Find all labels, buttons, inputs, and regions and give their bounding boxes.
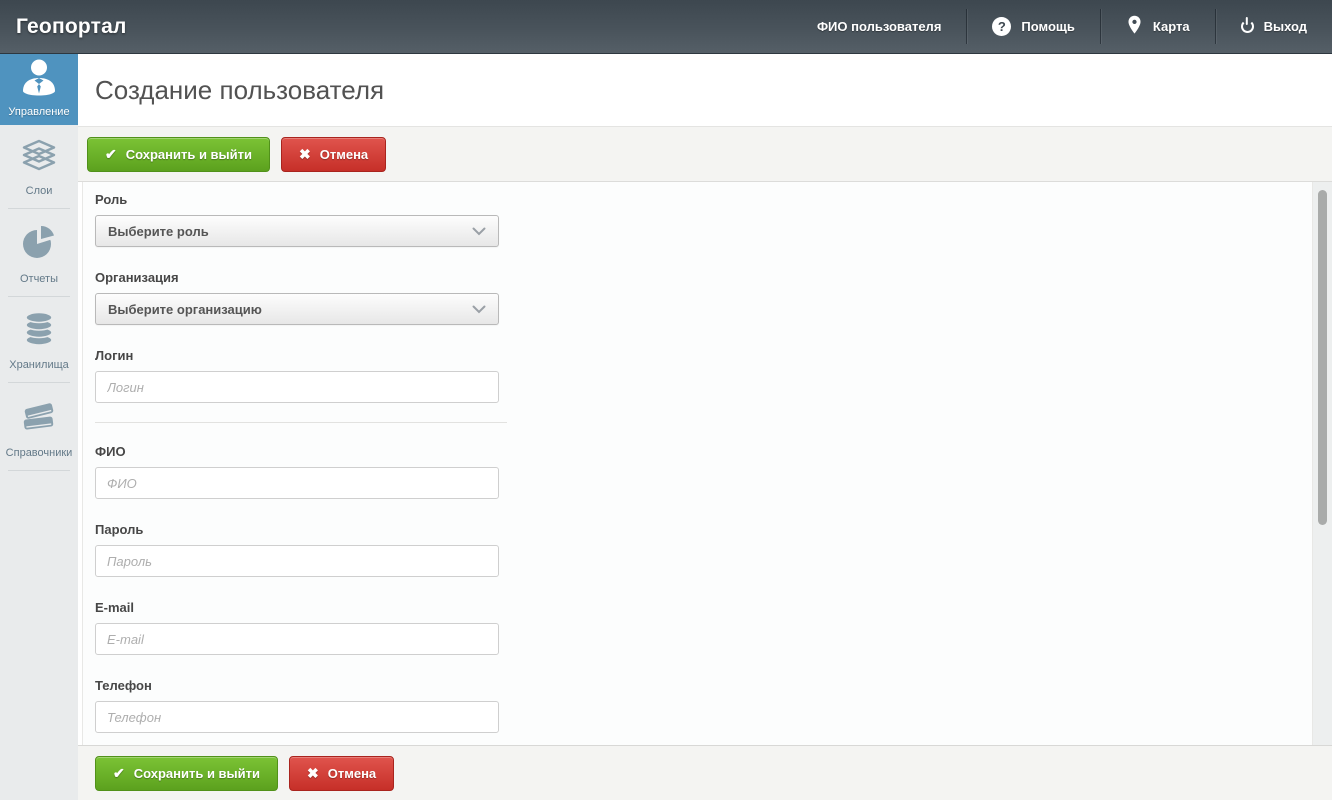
user-icon	[17, 55, 61, 102]
top-toolbar: ✔ Сохранить и выйти ✖ Отмена	[78, 127, 1332, 182]
cancel-button-label: Отмена	[320, 147, 368, 162]
organization-label: Организация	[95, 270, 499, 285]
sidebar-item-storage[interactable]: Хранилища	[0, 297, 78, 383]
login-label: Логин	[95, 348, 499, 363]
check-icon: ✔	[113, 766, 125, 780]
phone-input[interactable]	[95, 701, 499, 733]
save-and-exit-button-bottom[interactable]: ✔ Сохранить и выйти	[95, 756, 278, 791]
page-title: Создание пользователя	[95, 75, 384, 106]
bottom-toolbar: ✔ Сохранить и выйти ✖ Отмена	[78, 745, 1332, 800]
sidebar-item-layers[interactable]: Слои	[0, 125, 78, 209]
save-and-exit-button[interactable]: ✔ Сохранить и выйти	[87, 137, 270, 172]
field-login: Логин	[95, 348, 499, 403]
role-select[interactable]: Выберите роль	[95, 215, 499, 247]
sidebar-item-label: Управление	[8, 106, 69, 118]
check-icon: ✔	[105, 147, 117, 161]
fullname-input[interactable]	[95, 467, 499, 499]
sidebar-item-label: Справочники	[6, 447, 73, 459]
layers-icon	[20, 139, 58, 178]
field-password: Пароль	[95, 522, 499, 577]
password-label: Пароль	[95, 522, 499, 537]
header-help-button[interactable]: ? Помощь	[967, 0, 1099, 53]
organization-select-value: Выберите организацию	[108, 302, 262, 317]
header-help-label: Помощь	[1021, 19, 1074, 34]
email-field[interactable]	[95, 623, 499, 655]
map-pin-icon	[1126, 15, 1143, 38]
field-email: E-mail	[95, 600, 499, 655]
help-icon: ?	[992, 17, 1011, 36]
chevron-down-icon	[472, 224, 486, 239]
x-icon: ✖	[307, 766, 319, 780]
chevron-down-icon	[472, 302, 486, 317]
form-content: Роль Выберите роль Организация Выберите …	[78, 182, 1332, 745]
books-icon	[19, 397, 59, 440]
scrollbar-track[interactable]	[1313, 182, 1332, 745]
header-logout-label: Выход	[1264, 19, 1307, 34]
save-button-label: Сохранить и выйти	[126, 147, 252, 162]
field-phone: Телефон	[95, 678, 499, 733]
header-menu: ФИО пользователя ? Помощь Карта Выход	[792, 0, 1332, 53]
fullname-label: ФИО	[95, 444, 499, 459]
pie-chart-icon	[20, 223, 58, 266]
phone-label: Телефон	[95, 678, 499, 693]
form-divider	[95, 422, 507, 423]
sidebar-item-reports[interactable]: Отчеты	[0, 209, 78, 297]
header-user-label: ФИО пользователя	[817, 19, 941, 34]
header-map-button[interactable]: Карта	[1101, 0, 1215, 53]
form-panel: Роль Выберите роль Организация Выберите …	[82, 182, 1313, 745]
organization-select[interactable]: Выберите организацию	[95, 293, 499, 325]
field-organization: Организация Выберите организацию	[95, 270, 499, 325]
sidebar-item-directories[interactable]: Справочники	[0, 383, 78, 471]
app-header: Геопортал ФИО пользователя ? Помощь Карт…	[0, 0, 1332, 54]
role-select-value: Выберите роль	[108, 224, 209, 239]
app-root: Геопортал ФИО пользователя ? Помощь Карт…	[0, 0, 1332, 800]
sidebar-item-label: Слои	[26, 185, 53, 197]
header-map-label: Карта	[1153, 19, 1190, 34]
sidebar-item-label: Отчеты	[20, 273, 58, 285]
x-icon: ✖	[299, 147, 311, 161]
scrollbar-thumb[interactable]	[1318, 190, 1327, 525]
main-area: Создание пользователя ✔ Сохранить и выйт…	[78, 54, 1332, 800]
save-button-label: Сохранить и выйти	[134, 766, 260, 781]
sidebar: Управление Слои Отчеты	[0, 54, 78, 800]
cancel-button-label: Отмена	[328, 766, 376, 781]
email-label: E-mail	[95, 600, 499, 615]
database-icon	[20, 311, 58, 352]
field-role: Роль Выберите роль	[95, 192, 499, 247]
app-logo[interactable]: Геопортал	[0, 15, 127, 39]
role-label: Роль	[95, 192, 499, 207]
title-bar: Создание пользователя	[78, 54, 1332, 127]
password-input[interactable]	[95, 545, 499, 577]
login-input[interactable]	[95, 371, 499, 403]
cancel-button-bottom[interactable]: ✖ Отмена	[289, 756, 394, 791]
cancel-button[interactable]: ✖ Отмена	[281, 137, 386, 172]
power-icon	[1241, 20, 1254, 33]
sidebar-item-label: Хранилища	[9, 359, 69, 371]
header-user-menu[interactable]: ФИО пользователя	[792, 0, 966, 53]
sidebar-item-management[interactable]: Управление	[0, 54, 78, 125]
field-fullname: ФИО	[95, 444, 499, 499]
header-logout-button[interactable]: Выход	[1216, 0, 1332, 53]
